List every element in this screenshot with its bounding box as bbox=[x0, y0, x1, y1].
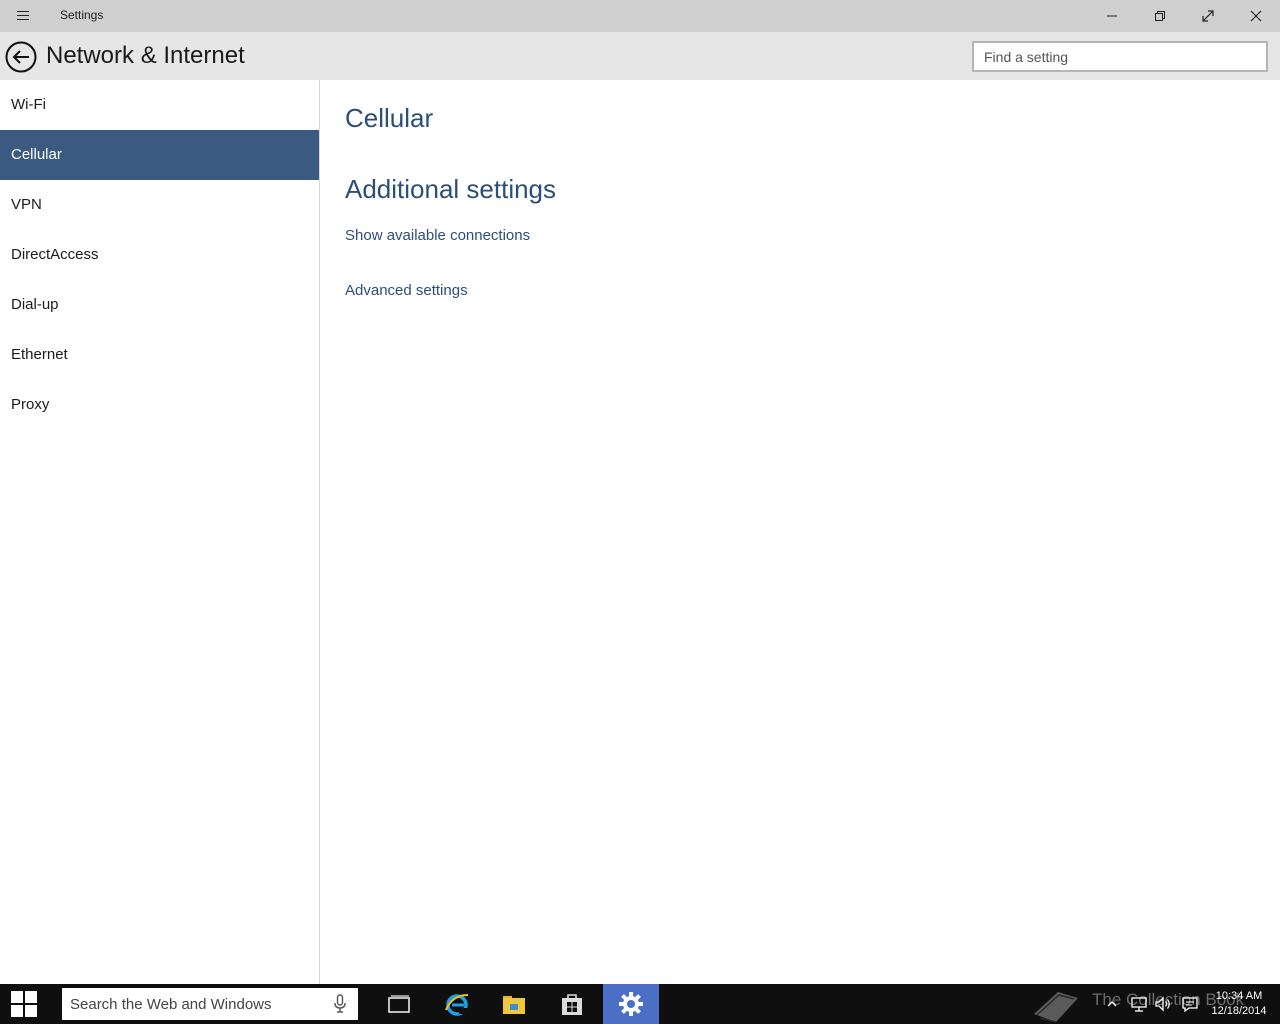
gear-icon bbox=[619, 992, 643, 1016]
action-center-icon[interactable] bbox=[1180, 994, 1200, 1014]
sidebar-nav: Wi-Fi Cellular VPN DirectAccess Dial-up … bbox=[0, 80, 320, 984]
taskbar-search-input[interactable] bbox=[62, 988, 358, 1020]
additional-settings-heading: Additional settings bbox=[345, 174, 557, 204]
minimize-icon bbox=[1107, 15, 1117, 17]
back-button[interactable] bbox=[5, 41, 37, 73]
internet-explorer-button[interactable] bbox=[429, 984, 485, 1024]
show-available-connections-link[interactable]: Show available connections bbox=[345, 227, 530, 244]
back-arrow-icon bbox=[5, 41, 37, 73]
task-view-button[interactable] bbox=[371, 984, 427, 1024]
restore-icon bbox=[1155, 11, 1165, 21]
title-bar: Settings bbox=[0, 0, 1280, 32]
sidebar-item-proxy[interactable]: Proxy bbox=[0, 380, 319, 430]
volume-icon[interactable] bbox=[1153, 994, 1173, 1014]
sidebar-item-vpn[interactable]: VPN bbox=[0, 180, 319, 230]
sidebar-item-dialup[interactable]: Dial-up bbox=[0, 280, 319, 330]
settings-taskbar-button[interactable] bbox=[603, 984, 659, 1024]
sidebar-item-cellular[interactable]: Cellular bbox=[0, 130, 319, 180]
store-bag-icon bbox=[562, 994, 582, 1015]
page-title: Network & Internet bbox=[46, 42, 245, 69]
hamburger-menu-icon[interactable] bbox=[12, 8, 36, 24]
minimize-button[interactable] bbox=[1088, 0, 1136, 32]
fullscreen-icon bbox=[1202, 10, 1214, 22]
restore-button[interactable] bbox=[1136, 0, 1184, 32]
show-hidden-icons-chevron-icon[interactable] bbox=[1102, 994, 1122, 1014]
file-explorer-button[interactable] bbox=[486, 984, 542, 1024]
store-button[interactable] bbox=[544, 984, 600, 1024]
clock-time: 10:34 AM bbox=[1215, 990, 1263, 1002]
internet-explorer-icon bbox=[445, 994, 469, 1016]
advanced-settings-link[interactable]: Advanced settings bbox=[345, 282, 468, 299]
close-icon bbox=[1250, 10, 1262, 22]
section-title: Cellular bbox=[345, 103, 434, 133]
sidebar-item-ethernet[interactable]: Ethernet bbox=[0, 330, 319, 380]
windows-logo-icon bbox=[11, 991, 37, 1017]
start-button[interactable] bbox=[0, 984, 48, 1024]
task-view-icon bbox=[388, 995, 410, 1013]
find-setting-input[interactable] bbox=[972, 41, 1268, 72]
page-header: Network & Internet bbox=[0, 32, 1280, 80]
clock-date: 12/18/2014 bbox=[1211, 1005, 1267, 1017]
microphone-icon[interactable] bbox=[332, 994, 348, 1014]
fullscreen-button[interactable] bbox=[1184, 0, 1232, 32]
sidebar-item-wifi[interactable]: Wi-Fi bbox=[0, 80, 319, 130]
close-button[interactable] bbox=[1232, 0, 1280, 32]
sidebar-item-directaccess[interactable]: DirectAccess bbox=[0, 230, 319, 280]
folder-icon bbox=[503, 996, 525, 1014]
app-title: Settings bbox=[60, 8, 104, 22]
network-icon[interactable] bbox=[1129, 994, 1149, 1014]
taskbar-clock[interactable]: 10:34 AM 12/18/2014 bbox=[1204, 989, 1274, 1019]
watermark-book-icon bbox=[1028, 984, 1084, 1024]
taskbar: The Collection Book 10:34 AM 12/18/2014 bbox=[0, 984, 1280, 1024]
